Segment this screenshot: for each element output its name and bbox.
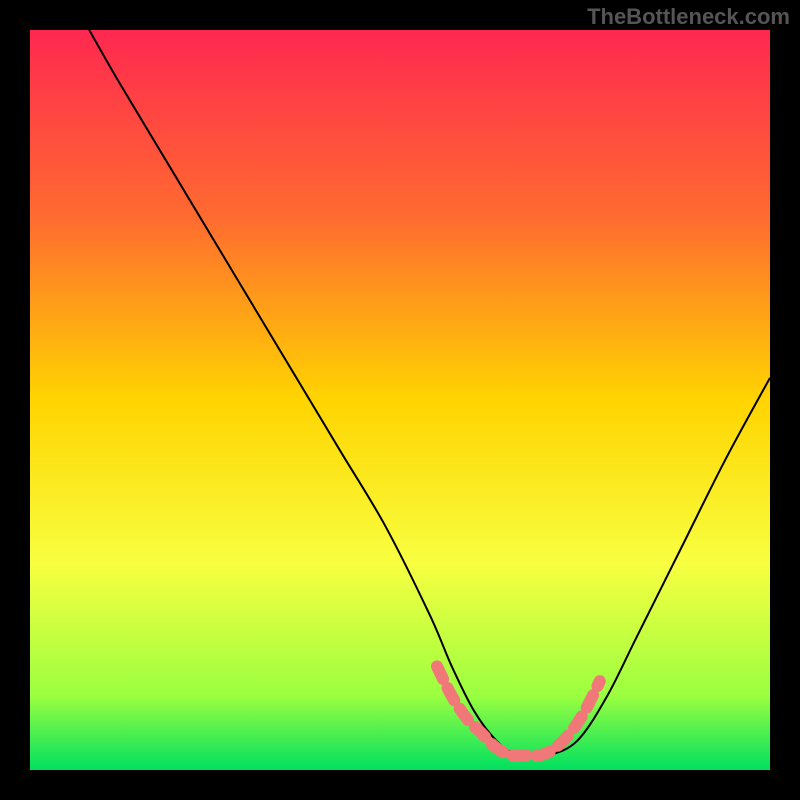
plot-background xyxy=(30,30,770,770)
chart-stage: TheBottleneck.com xyxy=(0,0,800,800)
watermark-text: TheBottleneck.com xyxy=(587,4,790,30)
bottleneck-chart xyxy=(0,0,800,800)
